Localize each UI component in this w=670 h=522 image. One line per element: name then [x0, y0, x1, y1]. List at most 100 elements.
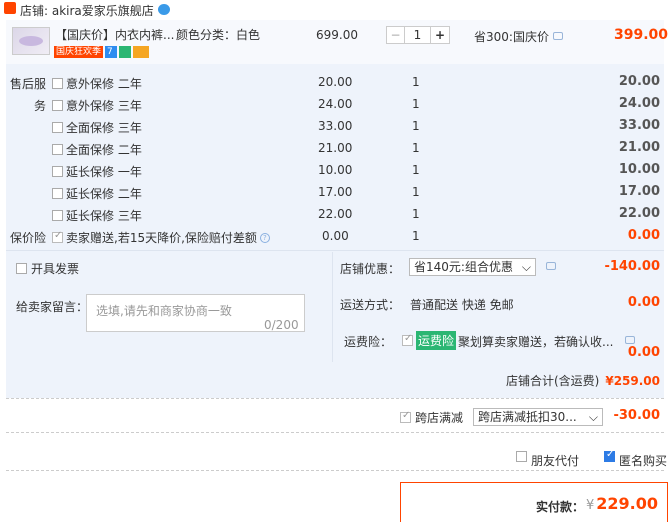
service-label-line1: 售后服 — [10, 77, 47, 91]
product-thumbnail[interactable] — [12, 27, 50, 55]
freight-ins-amount: 0.00 — [627, 345, 660, 360]
product-discount: 省300:国庆价 — [474, 28, 549, 45]
divider-dashed — [6, 398, 664, 399]
message-label: 给卖家留言： — [16, 300, 89, 314]
seven-day-return-icon: 7 — [105, 46, 118, 58]
service-sum: 33.00 — [618, 118, 660, 133]
cross-store-label: 跨店满减 — [415, 410, 464, 425]
chevron-down-icon: ⌵ — [521, 260, 531, 274]
column-divider — [332, 252, 333, 362]
service-price: 24.00 — [318, 97, 353, 111]
card-icon — [133, 46, 150, 58]
service-price: 10.00 — [318, 163, 353, 177]
discount-text: 省300:国庆价 — [474, 30, 549, 44]
product-sku: 颜色分类：白色 — [176, 28, 261, 42]
service-qty: 1 — [412, 141, 420, 155]
invoice-checkbox[interactable] — [16, 263, 27, 274]
divider-dashed — [6, 432, 664, 433]
insurance-checkbox — [52, 230, 63, 243]
service-checkbox[interactable] — [52, 188, 63, 199]
service-checkbox[interactable] — [52, 122, 63, 133]
insurance-sum: 0.00 — [627, 228, 660, 243]
store-icon — [4, 2, 16, 14]
anonymous-label: 匿名购买 — [619, 454, 668, 468]
freight-ins-text: 聚划算卖家赠送，若确认收... — [458, 335, 614, 349]
service-checkbox[interactable] — [52, 166, 63, 177]
freight-info-icon[interactable] — [625, 336, 635, 344]
invoice-option[interactable]: 开具发票 — [16, 260, 79, 277]
qty-plus-button[interactable]: + — [431, 27, 449, 43]
service-qty: 1 — [412, 97, 420, 111]
insurance-price: 0.00 — [322, 229, 349, 243]
service-name: 延长保修 一年 — [66, 165, 142, 179]
shipping-amount: 0.00 — [627, 295, 660, 310]
service-sum: 21.00 — [618, 140, 660, 155]
message-placeholder: 选填,请先和商家协商一致 — [96, 304, 232, 318]
payment-label: 实付款： — [536, 500, 585, 514]
service-sum: 24.00 — [618, 96, 660, 111]
cross-store-row: 跨店满减 跨店满减抵扣30... ⌵ — [400, 408, 604, 426]
insurance-qty: 1 — [412, 229, 420, 243]
anonymous-checkbox[interactable] — [604, 449, 615, 462]
service-item[interactable]: 意外保修 三年 — [52, 97, 142, 114]
shop-coupon-value: -140.00 — [604, 259, 660, 274]
friend-pay-label: 朋友代付 — [531, 454, 580, 468]
service-sum: 20.00 — [618, 74, 660, 89]
qty-minus-button[interactable]: − — [387, 27, 405, 43]
service-checkbox[interactable] — [52, 210, 63, 221]
friend-pay-option[interactable]: 朋友代付 — [516, 444, 579, 469]
service-name: 全面保修 二年 — [66, 143, 142, 157]
anonymous-option[interactable]: 匿名购买 — [604, 444, 667, 469]
service-sum: 22.00 — [618, 206, 660, 221]
service-item[interactable]: 意外保修 二年 — [52, 75, 142, 92]
coupon-info-icon[interactable] — [546, 262, 556, 270]
payment-total: 229.00 — [596, 494, 659, 513]
cross-store-selected: 跨店满减抵扣30... — [478, 410, 577, 424]
freight-ins-checkbox — [402, 333, 413, 349]
invoice-label: 开具发票 — [31, 262, 80, 276]
service-checkbox[interactable] — [52, 100, 63, 111]
chevron-down-icon: ⌵ — [588, 410, 599, 424]
service-price: 17.00 — [318, 185, 353, 199]
service-price: 33.00 — [318, 119, 353, 133]
insurance-name: 卖家赠送,若15天降价,保险赔付差额 — [66, 231, 257, 245]
service-item[interactable]: 延长保修 三年 — [52, 207, 142, 224]
wangwang-chat-icon[interactable] — [158, 4, 170, 15]
quantity-stepper[interactable]: − 1 + — [386, 26, 450, 44]
service-sum: 17.00 — [618, 184, 660, 199]
cross-store-checkbox — [400, 410, 411, 423]
service-item[interactable]: 全面保修 三年 — [52, 119, 142, 136]
message-char-count: 0/200 — [264, 318, 299, 332]
discount-info-icon[interactable] — [553, 32, 563, 40]
service-checkbox[interactable] — [52, 144, 63, 155]
service-name: 延长保修 二年 — [66, 187, 142, 201]
cross-store-select[interactable]: 跨店满减抵扣30... ⌵ — [473, 408, 604, 426]
help-icon[interactable]: ? — [259, 232, 270, 243]
service-item[interactable]: 全面保修 二年 — [52, 141, 142, 158]
product-title[interactable]: 【国庆价】内衣内裤... — [55, 26, 174, 43]
qty-input[interactable]: 1 — [405, 27, 431, 43]
service-price: 22.00 — [318, 207, 353, 221]
service-label-line2: 务 — [34, 99, 47, 113]
service-qty: 1 — [412, 185, 420, 199]
service-qty: 1 — [412, 75, 420, 89]
service-qty: 1 — [412, 207, 420, 221]
shop-coupon-label: 店铺优惠： — [340, 262, 401, 276]
service-sum: 10.00 — [618, 162, 660, 177]
service-name: 意外保修 二年 — [66, 77, 142, 91]
service-item[interactable]: 延长保修 二年 — [52, 185, 142, 202]
service-name: 延长保修 三年 — [66, 209, 142, 223]
shipping-method: 普通配送 快递 免邮 — [410, 298, 514, 312]
shop-coupon-select[interactable]: 省140元:组合优惠 ⌵ — [409, 258, 536, 276]
promo-tag: 国庆狂欢季 — [54, 46, 104, 58]
insurance-label: 保价险 — [10, 231, 47, 245]
friend-pay-checkbox[interactable] — [516, 451, 527, 462]
freight-ins-badge: 运费险 — [416, 331, 457, 350]
store-name[interactable]: 店铺: akira爱家乐旗舰店 — [20, 2, 154, 19]
service-checkbox[interactable] — [52, 78, 63, 89]
divider — [6, 250, 664, 251]
shield-icon — [119, 46, 132, 58]
service-item[interactable]: 延长保修 一年 — [52, 163, 142, 180]
service-qty: 1 — [412, 163, 420, 177]
service-qty: 1 — [412, 119, 420, 133]
